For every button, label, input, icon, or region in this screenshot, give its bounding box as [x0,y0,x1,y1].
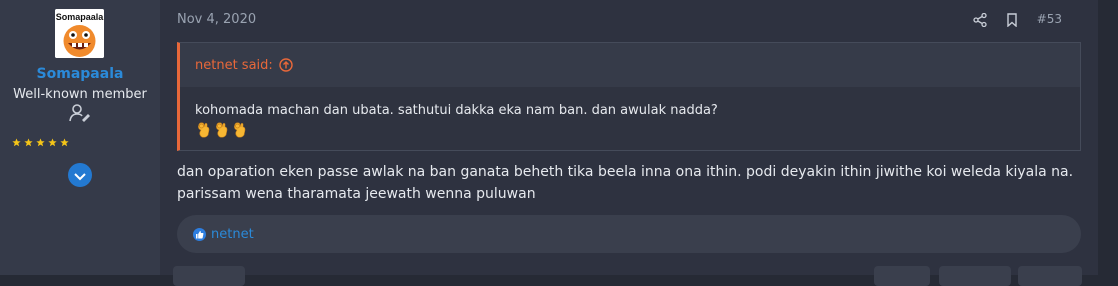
post-actions: #53 [973,12,1062,28]
user-cell: Somapaala Somapaala Well-known member [0,0,160,275]
star-icon [48,138,57,147]
post-date[interactable]: Nov 4, 2020 [177,12,256,27]
arrow-up-circle-icon[interactable] [279,58,293,72]
footer-action-button[interactable] [939,266,1011,286]
star-icon [24,138,33,147]
avatar[interactable]: Somapaala [55,9,104,58]
star-icon [60,138,69,147]
post-body: dan oparation eken passe awlak na ban ga… [177,164,1074,202]
user-edit-icon [69,104,91,122]
post-number-link[interactable]: #53 [1037,12,1062,26]
user-title: Well-known member [13,87,147,102]
star-icon [12,138,21,147]
quote-block: netnet said: kohomada machan dan ubata. … [177,42,1081,151]
avatar-logo-text: Somapaala [56,12,104,22]
quote-author[interactable]: netnet said: [195,58,273,73]
ok-hand-emoji-icon [216,122,228,138]
like-icon [193,227,206,241]
user-rating-stars [12,138,69,147]
username[interactable]: Somapaala [0,66,160,82]
quote-body: kohomada machan dan ubata. sathutui dakk… [180,87,1080,150]
quote-emojis [195,121,1065,139]
bookmark-icon[interactable] [1005,12,1019,28]
ok-hand-emoji-icon [198,122,210,138]
reply-button[interactable] [173,266,245,286]
quote-text: kohomada machan dan ubata. sathutui dakk… [195,103,718,118]
share-icon[interactable] [973,12,987,28]
reaction-user-link[interactable]: netnet [211,227,254,242]
ok-hand-emoji-icon [234,122,246,138]
chevron-down-icon [74,166,86,185]
post-container: Somapaala Somapaala Well-known member No… [0,0,1098,286]
star-icon [36,138,45,147]
quote-header[interactable]: netnet said: [180,43,1080,87]
reactions-bar[interactable]: netnet [177,215,1081,253]
footer-action-button[interactable] [1018,266,1082,286]
footer-action-button[interactable] [874,266,930,286]
expand-user-info-button[interactable] [68,163,92,187]
